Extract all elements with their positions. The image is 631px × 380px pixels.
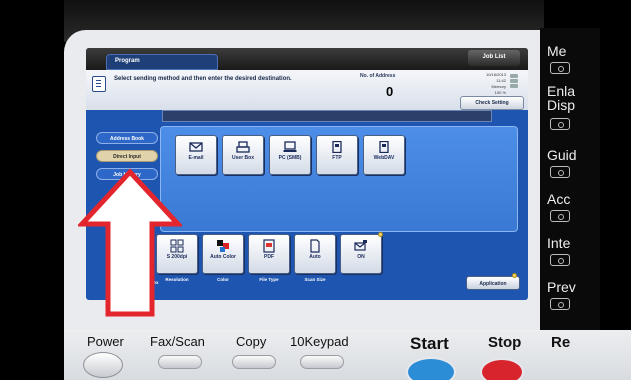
file-type-button[interactable]: PDF [248,234,290,274]
tab-direct-input[interactable]: Direct Input [96,150,158,162]
pc-icon [283,141,297,152]
address-count: 0 [386,84,394,99]
file-type-caption: File Type [259,277,279,282]
settings-row: S 200dpi Resolution Auto Color Color PDF… [143,232,426,296]
right-key-6[interactable] [550,298,570,310]
keypad-label: 10Keypad [290,334,349,349]
program-tab[interactable]: Program [106,54,218,70]
user-box-icon [236,141,250,153]
right-label-enla: Enla [547,83,576,99]
scan-size-icon [310,239,320,253]
scan-size-button[interactable]: Auto [294,234,336,274]
fax-scan-label: Fax/Scan [150,334,205,349]
tab-address-book[interactable]: Address Book [96,132,158,144]
ftp-label: FTP [332,155,342,161]
instruction-text: Select sending method and then enter the… [114,76,292,82]
fax-scan-button[interactable] [158,355,202,369]
right-key-2[interactable] [550,118,570,130]
email-notification-button[interactable]: ON [340,234,382,274]
right-label-inte: Inte [547,235,571,251]
webdav-label: WebDAV [373,155,395,161]
email-label: E-mail [188,155,204,161]
right-key-4[interactable] [550,210,570,222]
scan-size-value: Auto [309,254,321,260]
start-button[interactable] [406,357,456,380]
send-method-panel: E-mail User Box PC (SMB) FTP WebDAV [160,126,518,232]
file-type-icon [263,239,275,253]
start-label: Start [410,334,449,353]
application-indicator-dot [512,273,517,278]
email-notification-value: ON [357,254,365,260]
webdav-icon [379,141,389,153]
keypad-button[interactable] [300,355,344,369]
right-label-guid: Guid [547,147,577,163]
destination-field[interactable] [162,110,492,122]
color-button[interactable]: Auto Color [202,234,244,274]
address-count-label: No. of Address [360,73,396,79]
ftp-button[interactable]: FTP [316,135,358,175]
user-box-button[interactable]: User Box [222,135,264,175]
stop-label: Stop [488,334,522,351]
color-caption: Color [217,277,229,282]
copy-button[interactable] [232,355,276,369]
user-box-label: User Box [232,155,254,161]
right-label-me: Me [547,43,567,59]
stop-button[interactable] [480,358,524,380]
webdav-button[interactable]: WebDAV [363,135,405,175]
job-list-button[interactable]: Job List [468,50,520,66]
pc-smb-label: PC (SMB) [278,155,302,161]
reset-label: Re [551,334,571,351]
application-button[interactable]: Application [466,276,520,290]
check-setting-button[interactable]: Check Setting [460,96,524,110]
toner-level-icon [510,74,518,90]
pc-smb-button[interactable]: PC (SMB) [269,135,311,175]
color-icon [217,240,229,252]
red-arrow-annotation [78,168,182,317]
help-icon[interactable] [92,76,106,92]
email-notification-icon [354,240,367,251]
setting-indicator-dot [378,232,383,237]
scan-size-caption: Scan Size [304,277,326,282]
color-value: Auto Color [210,254,236,260]
right-label-disp: Disp [547,97,576,113]
datetime-readout: 10/18/2013 11:42 Memory 100 % [486,72,506,96]
power-button[interactable] [83,352,123,378]
power-label: Power [87,334,124,349]
message-area: Select sending method and then enter the… [86,70,528,110]
right-label-acc: Acc [547,191,571,207]
right-label-prev: Prev [547,279,576,295]
envelope-icon [189,142,203,152]
right-key-3[interactable] [550,166,570,178]
file-type-value: PDF [264,254,274,260]
ftp-icon [332,141,342,153]
right-key-1[interactable] [550,62,570,74]
copy-label: Copy [236,334,267,349]
right-key-5[interactable] [550,254,570,266]
